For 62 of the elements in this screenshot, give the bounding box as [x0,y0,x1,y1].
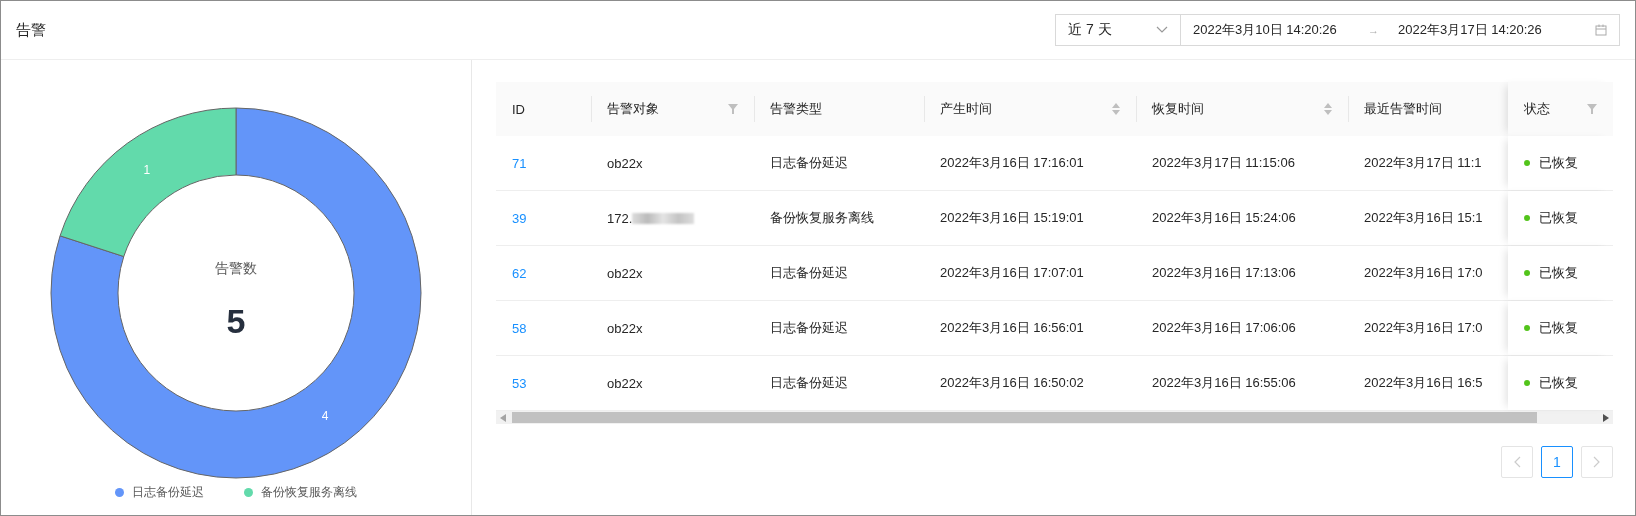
table-cell: 2022年3月16日 16:56:01 [940,319,1084,337]
filter-icon[interactable] [728,104,738,114]
center-label: 告警数 [215,260,257,276]
table-cell: 2022年3月16日 17:07:01 [940,264,1084,282]
status-text: 已恢复 [1539,154,1578,172]
end-date[interactable]: 2022年3月17日 14:20:26 [1398,21,1573,39]
table-cell: 2022年3月16日 17:0 [1364,264,1483,282]
page-title: 告警 [16,20,46,40]
table-cell: 2022年3月16日 16:55:06 [1152,374,1296,392]
filter-icon[interactable] [1587,104,1597,114]
table-cell: 日志备份延迟 [770,319,848,337]
horizontal-scrollbar[interactable] [496,411,1613,424]
column-header: 恢复时间 [1152,100,1204,118]
table-cell: ob22x [607,155,643,171]
scroll-thumb[interactable] [512,412,1537,423]
table-cell: 172. [607,210,633,226]
column-header: ID [512,101,525,117]
table-cell: 2022年3月16日 16:50:02 [940,374,1084,392]
table-cell: 2022年3月17日 11:15:06 [1152,154,1295,172]
chevron-right-icon [1593,456,1601,468]
table-cell: 2022年3月16日 16:5 [1364,374,1483,392]
date-range-picker[interactable]: 近 7 天 2022年3月10日 14:20:26 → 2022年3月17日 14:20:26 [1055,14,1620,46]
preset-select[interactable]: 近 7 天 [1056,15,1181,45]
table-cell: 日志备份延迟 [770,154,848,172]
table-cell: ob22x [607,265,643,281]
scroll-left-icon[interactable] [500,413,506,422]
table-cell: ob22x [607,375,643,391]
table-cell: ob22x [607,320,643,336]
range-arrow: → [1368,24,1380,36]
caret-icon [1156,26,1168,34]
legend-label[interactable]: 日志备份延迟 [132,484,204,501]
column-header: 告警对象 [607,100,659,118]
sort-icon[interactable] [1324,103,1332,115]
slice-label: 1 [143,163,151,178]
table-cell: 2022年3月17日 11:1 [1364,154,1482,172]
table-cell: 2022年3月16日 17:0 [1364,319,1483,337]
status-text: 已恢复 [1539,264,1578,282]
calendar-icon [1595,24,1607,36]
status-text: 已恢复 [1539,209,1578,227]
chevron-left-icon [1513,456,1521,468]
table-cell: 2022年3月16日 15:19:01 [940,209,1084,227]
table-cell: 2022年3月16日 17:06:06 [1152,319,1296,337]
table-cell: 备份恢复服务离线 [770,209,874,227]
column-header: 告警类型 [770,100,822,118]
sort-icon[interactable] [1112,103,1120,115]
column-header: 状态 [1524,100,1550,118]
start-date[interactable]: 2022年3月10日 14:20:26 [1193,21,1368,39]
legend-label[interactable]: 备份恢复服务离线 [261,484,357,501]
column-header: 最近告警时间 [1364,100,1442,118]
table-cell: 2022年3月16日 15:1 [1364,209,1483,227]
table-cell: 日志备份延迟 [770,374,848,392]
center-value: 5 [226,302,246,340]
table-cell: 2022年3月16日 17:16:01 [940,154,1084,172]
status-text: 已恢复 [1539,374,1578,392]
table-cell: 2022年3月16日 17:13:06 [1152,264,1296,282]
table-cell: 2022年3月16日 15:24:06 [1152,209,1296,227]
slice-label: 4 [321,408,329,423]
redaction-mark [632,212,695,224]
scroll-right-icon[interactable] [1603,413,1609,422]
table-cell: 日志备份延迟 [770,264,848,282]
column-header: 产生时间 [940,100,992,118]
status-text: 已恢复 [1539,319,1578,337]
